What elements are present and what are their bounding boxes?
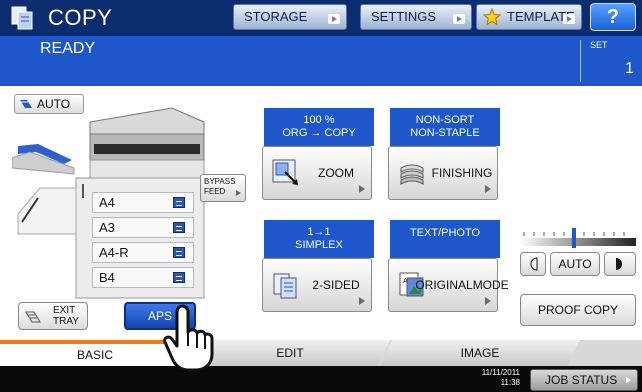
- set-count: 1: [625, 60, 634, 77]
- settings-button-label: SETTINGS: [371, 9, 437, 24]
- divider: [580, 40, 581, 82]
- mode-label: MODE: [472, 277, 509, 292]
- tray-label: B4: [99, 270, 115, 285]
- main-panel: AUTO A4 A3 A4-R B4 BYPASS FEED EXIT TRAY…: [0, 86, 642, 340]
- auto-density-button[interactable]: AUTO: [550, 252, 600, 276]
- exit-tray-icon: [25, 311, 41, 323]
- pointing-hand-icon: [163, 304, 214, 372]
- tray-a4r[interactable]: A4-R: [92, 242, 194, 263]
- zoom-icon: [272, 159, 298, 185]
- arrow-right-icon: [626, 377, 631, 383]
- help-button[interactable]: ?: [590, 3, 636, 31]
- original-mode-button[interactable]: A ORIGINAL MODE: [388, 258, 509, 312]
- tab-edit-label: EDIT: [276, 346, 304, 360]
- finishing-button[interactable]: FINISHING: [388, 146, 498, 200]
- app-title: COPY: [48, 5, 113, 30]
- tray-label: A4: [99, 195, 115, 210]
- zoom-ratio: 100 %: [303, 114, 335, 126]
- tab-basic-label: BASIC: [76, 348, 113, 362]
- arrow-right-icon: [359, 297, 365, 305]
- exit-label: EXIT: [53, 305, 76, 316]
- copy-app-icon: [11, 6, 33, 30]
- tab-image-label: IMAGE: [460, 346, 500, 360]
- tray-icon: [173, 197, 185, 208]
- storage-button-label: STORAGE: [244, 9, 308, 24]
- tab-edit[interactable]: EDIT: [190, 340, 390, 366]
- tray-label: A4-R: [99, 245, 129, 260]
- zoom-label: ZOOM: [318, 165, 354, 180]
- template-button[interactable]: TEMPLATE: [476, 4, 582, 30]
- job-status-label: JOB STATUS: [545, 373, 618, 387]
- two-sided-icon: [273, 273, 297, 299]
- status-text: READY: [40, 40, 96, 57]
- original-mode-value: TEXT/PHOTO: [409, 227, 481, 239]
- arrow-right-icon: [485, 297, 491, 305]
- lighter-icon: [530, 257, 538, 271]
- zoom-button[interactable]: ZOOM: [262, 146, 372, 200]
- proof-copy-label: PROOF COPY: [537, 303, 618, 317]
- date-text: 11/11/2011: [481, 368, 520, 377]
- arrow-right-icon: [563, 14, 575, 24]
- darker-icon: [616, 258, 622, 270]
- original-mode-status: TEXT/PHOTO: [390, 220, 500, 258]
- duplex-status: 1→1 SIMPLEX: [264, 220, 374, 258]
- storage-button[interactable]: STORAGE: [233, 4, 347, 30]
- lighter-button[interactable]: [520, 252, 546, 276]
- arrow-right-icon: [485, 185, 491, 193]
- tray-icon: [173, 247, 185, 258]
- tray-icon: [173, 222, 185, 233]
- arrow-right-icon: [453, 14, 465, 24]
- star-icon: [483, 8, 501, 26]
- original-label: ORIGINAL: [415, 277, 473, 292]
- arrow-right-icon: [359, 185, 365, 193]
- zoom-status: 100 % ORG → COPY: [264, 108, 374, 146]
- tab-image[interactable]: IMAGE: [380, 340, 580, 366]
- finishing-status: NON-SORT NON-STAPLE: [390, 108, 500, 146]
- proof-copy-button[interactable]: PROOF COPY: [520, 294, 636, 326]
- density-scale[interactable]: [520, 228, 636, 248]
- duplex-description: SIMPLEX: [295, 239, 343, 251]
- original-mode-label: ORIGINAL MODE: [415, 259, 508, 311]
- date-time: 11/11/2011 11:38: [462, 368, 520, 388]
- two-sided-label: 2-SIDED: [312, 277, 360, 292]
- duplex-mode: 1→1: [307, 226, 331, 238]
- tray-b4[interactable]: B4: [92, 267, 194, 288]
- sort-status: NON-SORT: [415, 114, 475, 126]
- settings-button[interactable]: SETTINGS: [360, 4, 472, 30]
- exit-tray-button[interactable]: EXIT TRAY: [18, 302, 88, 330]
- finishing-label: FINISHING: [431, 165, 493, 180]
- bypass-feed-button[interactable]: BYPASS FEED: [200, 174, 246, 202]
- tray-label: TRAY: [53, 316, 79, 327]
- footer-bar: 11/11/2011 11:38 JOB STATUS: [0, 366, 642, 392]
- darker-button[interactable]: [604, 252, 636, 276]
- arrow-right-icon: [328, 14, 340, 24]
- two-sided-button[interactable]: 2-SIDED: [262, 258, 372, 312]
- finishing-icon: [400, 164, 424, 185]
- help-icon: ?: [606, 6, 620, 28]
- staple-status: NON-STAPLE: [410, 127, 480, 139]
- job-status-button[interactable]: JOB STATUS: [530, 369, 638, 391]
- tray-a3[interactable]: A3: [92, 217, 194, 238]
- bypass-label: BYPASS: [204, 177, 236, 186]
- tab-bar: BASIC EDIT IMAGE: [0, 340, 642, 366]
- set-label: SET: [590, 40, 608, 50]
- tray-label: A3: [99, 220, 115, 235]
- arrow-right-icon: [236, 190, 241, 196]
- status-bar: READY SET 1: [0, 36, 642, 86]
- auto-density-label: AUTO: [558, 257, 592, 271]
- tray-a4[interactable]: A4: [92, 192, 194, 213]
- header-bar: COPY STORAGE SETTINGS TEMPLATE ?: [0, 0, 642, 36]
- time-text: 11:38: [500, 378, 520, 387]
- zoom-direction: ORG → COPY: [282, 127, 356, 139]
- tray-icon: [173, 272, 185, 283]
- density-indicator: [572, 228, 576, 248]
